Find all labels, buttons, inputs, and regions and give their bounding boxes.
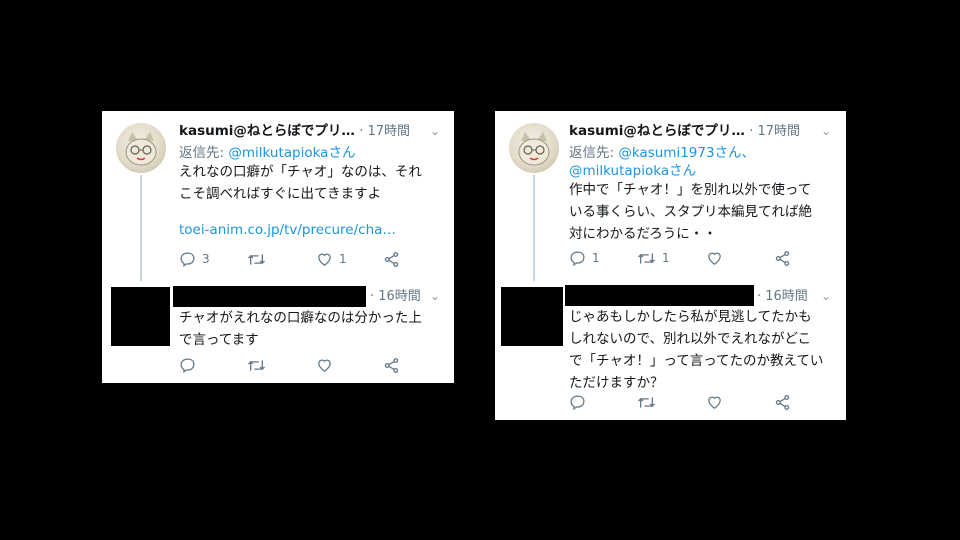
redacted-username: [173, 286, 366, 307]
tweet-text: チャオがえれなの口癖なのは分かった上 で言ってます: [179, 307, 422, 351]
like-button[interactable]: 1: [316, 249, 347, 269]
tweet-redacted-user-left[interactable]: · 16時間 ⌄ チャオがえれなの口癖なのは分かった上 で言ってます: [102, 281, 454, 383]
like-icon: [318, 359, 331, 372]
share-icon: [384, 357, 399, 373]
like-button[interactable]: [316, 355, 333, 375]
reply-context: 返信先: @milkutapiokaさん: [179, 144, 355, 162]
redacted-username: [565, 285, 754, 306]
tweet-screenshot-left: kasumi@ねとらぼでプリ… · 17時間 ⌄ 返信先: @milkutapi…: [102, 111, 454, 383]
display-name[interactable]: kasumi@ねとらぼでプリ…: [179, 123, 355, 139]
reply-icon: [570, 394, 585, 410]
reply-icon: [180, 357, 195, 373]
reply-button[interactable]: [179, 355, 196, 375]
reply-prefix: 返信先:: [569, 145, 619, 161]
tweet-text-line: しれないので、別れ以外でえれながどこ: [569, 331, 812, 347]
reply-count: 3: [202, 252, 210, 266]
like-icon: [708, 396, 721, 409]
tweet-text: じゃあもしかしたら私が見逃してたかも しれないので、別れ以外でえれながどこ で「…: [569, 306, 823, 394]
share-icon: [384, 251, 399, 267]
tweet-text-line: で言ってます: [179, 332, 259, 348]
like-icon: [318, 253, 331, 266]
tweet-text-line: チャオがえれなの口癖なのは分かった上: [179, 310, 422, 326]
reply-context-continued: @milkutapiokaさん: [569, 162, 696, 180]
timestamp[interactable]: · 16時間: [370, 289, 421, 304]
retweet-button[interactable]: [247, 355, 266, 375]
tweet-text: えれなの口癖が「チャオ」なのは、それ こそ調べればすぐに出てきますよ: [179, 161, 422, 205]
share-button[interactable]: [383, 355, 400, 375]
tweet-header: · 16時間: [370, 287, 421, 306]
share-icon: [775, 250, 790, 266]
retweet-button[interactable]: [637, 392, 656, 412]
avatar-illustration: [125, 132, 157, 166]
like-count: 1: [339, 252, 347, 266]
timestamp[interactable]: · 16時間: [757, 289, 808, 304]
tweet-text-line: いる事くらい、スタプリ本編見てれば絶: [569, 204, 812, 220]
tweet-text: 作中で「チャオ！」を別れ以外で使って いる事くらい、スタプリ本編見てれば絶 対に…: [569, 179, 812, 245]
retweet-count: 1: [662, 251, 670, 265]
reply-count: 1: [592, 251, 600, 265]
retweet-icon: [247, 359, 266, 371]
reply-context: 返信先: @kasumi1973さん、: [569, 144, 755, 162]
tweet-link[interactable]: toei-anim.co.jp/tv/precure/cha…: [179, 222, 396, 238]
thread-connector: [140, 175, 142, 281]
tweet-actions: 1 1: [569, 248, 829, 268]
chevron-down-icon[interactable]: ⌄: [821, 124, 831, 138]
like-icon: [708, 252, 721, 265]
reply-icon: [180, 251, 195, 267]
avatar[interactable]: [116, 123, 166, 173]
reply-button[interactable]: 3: [179, 249, 210, 269]
tweet-text-line: 対にわかるだろうに・・: [569, 226, 717, 242]
tweet-header: kasumi@ねとらぼでプリ… · 17時間: [569, 122, 800, 141]
retweet-button[interactable]: 1: [637, 248, 670, 268]
redacted-avatar: [501, 287, 563, 346]
tweet-text-line: ただけますか？: [569, 375, 664, 391]
tweet-text-line: こそ調べればすぐに出てきますよ: [179, 186, 382, 202]
mention-link[interactable]: @milkutapiokaさん: [569, 163, 696, 179]
retweet-button[interactable]: [247, 249, 272, 269]
tweet-kasumi-right[interactable]: kasumi@ねとらぼでプリ… · 17時間 ⌄ 返信先: @kasumi197…: [495, 111, 846, 281]
tweet-redacted-user-right[interactable]: · 16時間 ⌄ じゃあもしかしたら私が見逃してたかも しれないので、別れ以外で…: [495, 281, 846, 420]
tweet-text-line: 作中で「チャオ！」を別れ以外で使って: [569, 182, 812, 198]
tweet-text-line: じゃあもしかしたら私が見逃してたかも: [569, 309, 812, 325]
display-name[interactable]: kasumi@ねとらぼでプリ…: [569, 123, 745, 139]
tweet-kasumi-left[interactable]: kasumi@ねとらぼでプリ… · 17時間 ⌄ 返信先: @milkutapi…: [102, 111, 454, 281]
mention-link[interactable]: @milkutapiokaさん: [228, 145, 355, 161]
chevron-down-icon[interactable]: ⌄: [821, 289, 831, 303]
thread-connector: [533, 175, 535, 281]
redacted-avatar: [111, 287, 170, 346]
chevron-down-icon[interactable]: ⌄: [430, 289, 440, 303]
tweet-text-line: えれなの口癖が「チャオ」なのは、それ: [179, 164, 422, 180]
tweet-screenshot-right: kasumi@ねとらぼでプリ… · 17時間 ⌄ 返信先: @kasumi197…: [495, 111, 846, 420]
tweet-header: · 16時間: [757, 287, 808, 306]
chevron-down-icon[interactable]: ⌄: [430, 124, 440, 138]
like-button[interactable]: [706, 248, 729, 268]
timestamp[interactable]: · 17時間: [749, 124, 800, 139]
avatar[interactable]: [509, 123, 559, 173]
tweet-actions: [179, 355, 439, 375]
avatar-illustration: [518, 132, 550, 166]
reply-button[interactable]: [569, 392, 586, 412]
retweet-icon: [637, 252, 656, 264]
share-icon: [775, 394, 790, 410]
tweet-text-line: で「チャオ！」って言ってたのか教えてい: [569, 353, 824, 369]
retweet-icon: [637, 396, 656, 408]
tweet-header: kasumi@ねとらぼでプリ… · 17時間: [179, 122, 410, 141]
share-button[interactable]: [383, 249, 400, 269]
share-button[interactable]: [774, 248, 791, 268]
reply-prefix: 返信先:: [179, 145, 229, 161]
tweet-actions: [569, 392, 829, 412]
reply-icon: [570, 250, 585, 266]
tweet-actions: 3 1: [179, 249, 439, 269]
reply-button[interactable]: 1: [569, 248, 600, 268]
like-button[interactable]: [706, 392, 723, 412]
retweet-icon: [247, 253, 266, 265]
mention-link[interactable]: @kasumi1973さん、: [618, 145, 755, 161]
share-button[interactable]: [774, 392, 791, 412]
timestamp[interactable]: · 17時間: [359, 124, 410, 139]
